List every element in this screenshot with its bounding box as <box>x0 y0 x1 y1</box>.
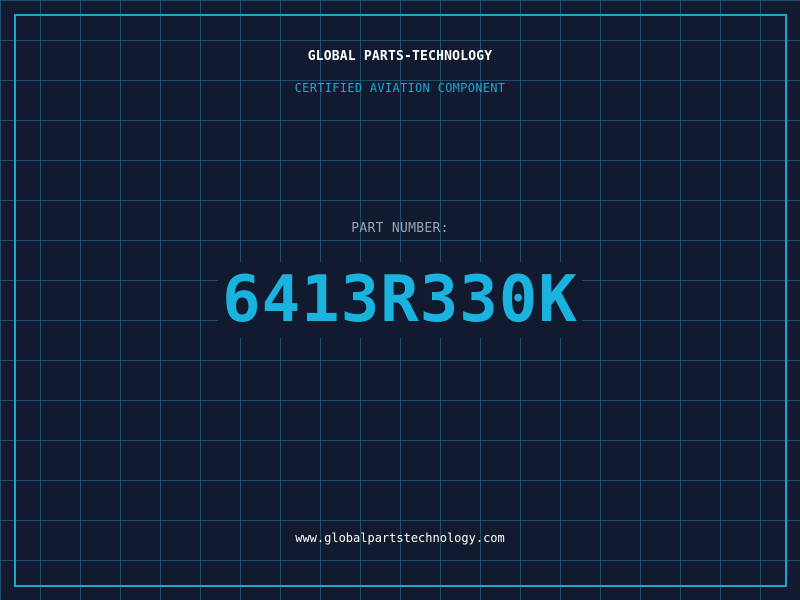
website-url: www.globalpartstechnology.com <box>295 531 505 545</box>
company-name: GLOBAL PARTS-TECHNOLOGY <box>307 49 493 64</box>
part-number-value: 6413R330K <box>218 262 582 338</box>
part-label-card: GLOBAL PARTS-TECHNOLOGY CERTIFIED AVIATI… <box>0 0 800 600</box>
certification-subtitle: CERTIFIED AVIATION COMPONENT <box>294 81 506 95</box>
part-number-label: PART NUMBER: <box>351 221 449 236</box>
part-number-container: 6413R330K <box>0 262 800 338</box>
